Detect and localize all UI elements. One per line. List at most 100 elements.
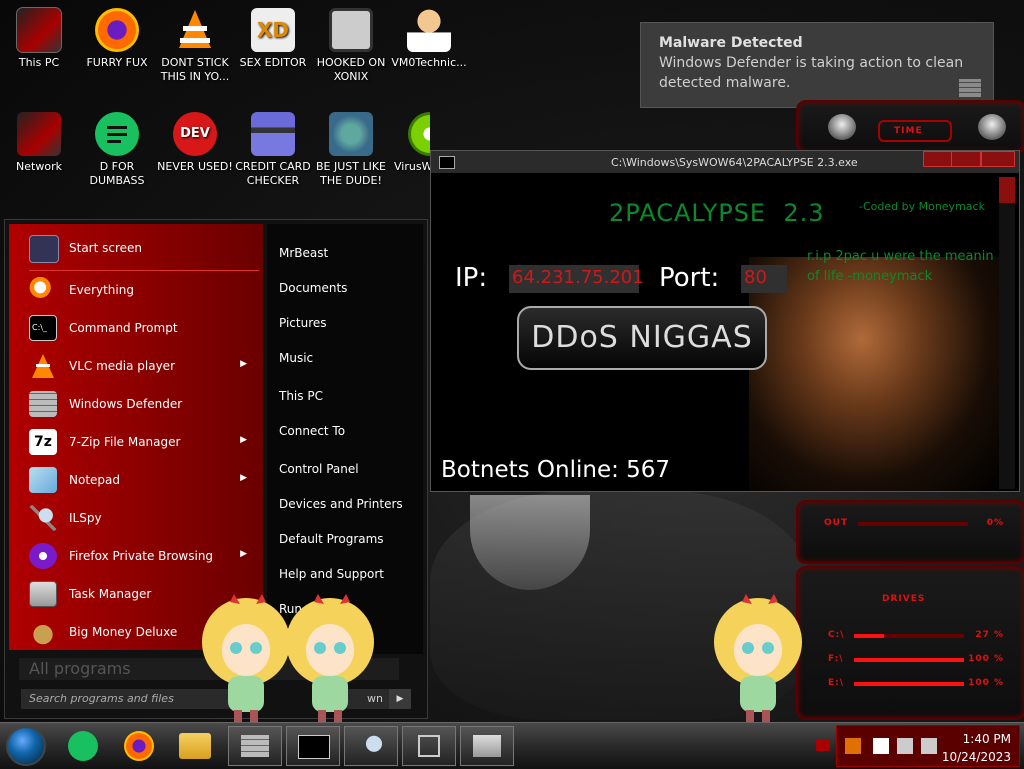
start-link-pictures[interactable]: Pictures <box>279 316 327 330</box>
tray-overflow-icon[interactable] <box>816 739 830 751</box>
maximize-button[interactable] <box>951 151 981 167</box>
cartoon-character-sticker <box>200 594 292 724</box>
desktop-icon-be-just-like-the-dude[interactable]: BE JUST LIKE THE DUDE! <box>312 112 390 188</box>
out-value: 0% <box>986 518 1004 528</box>
rip-message: r.i.p 2pac u were the meanin of life -mo… <box>807 249 994 284</box>
start-link-help-support[interactable]: Help and Support <box>279 567 384 581</box>
start-link-music[interactable]: Music <box>279 351 313 365</box>
icon-label: VM0Technic... <box>391 56 467 69</box>
start-item-label: Firefox Private Browsing <box>69 549 214 563</box>
vlc-cone-icon <box>173 8 217 52</box>
drive-c-value: 27 % <box>975 630 1004 640</box>
start-button[interactable] <box>6 726 46 766</box>
firefox-icon <box>95 8 139 52</box>
cartoon-character-sticker <box>712 594 804 724</box>
start-link-mrbeast[interactable]: MrBeast <box>279 246 328 260</box>
desktop-icon-hooked-on-xonix[interactable]: HOOKED ON XONIX <box>312 8 390 84</box>
start-link-default-programs[interactable]: Default Programs <box>279 532 384 546</box>
notification-title: Malware Detected <box>659 35 803 51</box>
network-out-gadget[interactable]: OUT 0% <box>796 500 1024 564</box>
taskbar-task-view[interactable] <box>402 726 456 766</box>
taskbar-ilspy[interactable] <box>344 726 398 766</box>
ip-field[interactable]: 64.231.75.201 <box>509 265 644 293</box>
window-scrollbar[interactable] <box>999 177 1015 489</box>
desktop-icon-never-used[interactable]: DEV NEVER USED! <box>156 112 234 174</box>
credit-card-icon <box>251 112 295 156</box>
desktop-icon-sex-editor[interactable]: XD SEX EDITOR <box>234 8 312 70</box>
start-item-vlc[interactable]: VLC media player ▶ <box>25 350 261 382</box>
notification-body: Windows Defender is taking action to cle… <box>659 55 964 91</box>
close-button[interactable] <box>981 151 1015 167</box>
taskbar-task-manager[interactable] <box>460 726 514 766</box>
start-item-7zip[interactable]: 7z 7-Zip File Manager ▶ <box>25 426 261 458</box>
drive-f-value: 100 % <box>968 654 1004 664</box>
icon-label: NEVER USED! <box>157 160 233 173</box>
scroll-up-button[interactable] <box>999 177 1015 203</box>
desktop-icon-d-for-dumbass[interactable]: D FOR DUMBASS <box>78 112 156 188</box>
drives-gadget[interactable]: DRIVES C:\ 27 % F:\ 100 % E:\ 100 % <box>796 566 1024 720</box>
start-screen-icon <box>29 235 59 263</box>
submenu-arrow-icon: ▶ <box>240 549 247 559</box>
desktop-icon-network[interactable]: Network <box>0 112 78 174</box>
start-item-label: Command Prompt <box>69 321 178 335</box>
desktop-icon-dont-stick[interactable]: DONT STICK THIS IN YO... <box>156 8 234 84</box>
start-item-firefox-private[interactable]: Firefox Private Browsing ▶ <box>25 540 261 572</box>
taskbar-command-prompt[interactable] <box>286 726 340 766</box>
minimize-button[interactable] <box>923 151 953 167</box>
doctor-icon <box>407 8 451 52</box>
start-item-label: VLC media player <box>69 359 176 373</box>
start-link-control-panel[interactable]: Control Panel <box>279 462 359 476</box>
xonix-icon <box>329 8 373 52</box>
port-label: Port: <box>659 263 720 293</box>
start-item-everything[interactable]: Everything <box>25 274 261 306</box>
taskbar-clock[interactable]: 1:40 PM 10/24/2023 <box>942 730 1011 766</box>
network-tray-icon[interactable] <box>897 738 913 754</box>
taskbar-file-explorer[interactable] <box>168 726 222 766</box>
start-item-label: Big Money Deluxe <box>69 625 178 639</box>
start-menu-programs: Start screen Everything C:\_ Command Pro… <box>9 224 263 650</box>
start-link-this-pc[interactable]: This PC <box>279 389 323 403</box>
desktop-icon-vm0technic[interactable]: VM0Technic... <box>390 8 468 70</box>
start-item-start-screen[interactable]: Start screen <box>25 232 261 264</box>
time-gadget[interactable]: TIME <box>796 100 1024 154</box>
taskbar-pinned-app[interactable] <box>56 726 110 766</box>
start-item-windows-defender[interactable]: Windows Defender <box>25 388 261 420</box>
desktop-icon-virusw[interactable]: VirusW... <box>390 112 430 174</box>
icon-label: This PC <box>18 56 60 69</box>
cmd-icon <box>298 735 330 759</box>
taskbar-firefox[interactable] <box>112 726 166 766</box>
notepad-icon <box>29 467 57 493</box>
2pacalypse-window[interactable]: C:\Windows\SysWOW64\2PACALYPSE 2.3.exe 2… <box>430 150 1020 492</box>
drive-e-value: 100 % <box>968 678 1004 688</box>
start-item-command-prompt[interactable]: C:\_ Command Prompt <box>25 312 261 344</box>
desktop-icon-credit-card-checker[interactable]: CREDIT CARD CHECKER <box>234 112 312 188</box>
taskbar-windows-defender[interactable] <box>228 726 282 766</box>
attack-button[interactable]: DDoS NIGGAS <box>517 306 767 370</box>
window-titlebar[interactable]: C:\Windows\SysWOW64\2PACALYPSE 2.3.exe <box>431 151 1019 173</box>
port-field[interactable]: 80 <box>741 265 787 293</box>
spyglass-icon <box>356 735 386 757</box>
desktop-icon-furry-fux[interactable]: FURRY FUX <box>78 8 156 70</box>
start-link-connect-to[interactable]: Connect To <box>279 424 345 438</box>
windows-stack-icon <box>418 735 440 757</box>
tray-app-icon[interactable] <box>845 738 861 754</box>
out-meter <box>858 522 968 526</box>
malware-notification[interactable]: Malware Detected Windows Defender is tak… <box>640 22 994 108</box>
green-app-icon <box>68 731 98 761</box>
start-item-ilspy[interactable]: ILSpy <box>25 502 261 534</box>
volume-tray-icon[interactable] <box>921 738 937 754</box>
start-link-documents[interactable]: Documents <box>279 281 347 295</box>
icon-label: FURRY FUX <box>86 56 148 69</box>
action-center-flag-icon[interactable] <box>873 738 889 754</box>
spyglass-icon <box>29 505 57 531</box>
network-icon <box>17 112 61 156</box>
window-title: C:\Windows\SysWOW64\2PACALYPSE 2.3.exe <box>611 156 858 169</box>
submenu-arrow-icon: ▶ <box>240 435 247 445</box>
start-item-label: Start screen <box>69 241 143 255</box>
start-item-notepad[interactable]: Notepad ▶ <box>25 464 261 496</box>
hxd-icon: XD <box>251 8 295 52</box>
start-link-devices-printers[interactable]: Devices and Printers <box>279 497 403 511</box>
private-mask-icon <box>29 543 57 569</box>
desktop-icon-this-pc[interactable]: This PC <box>0 7 78 70</box>
shutdown-options-arrow-icon[interactable]: ▶ <box>389 689 411 709</box>
